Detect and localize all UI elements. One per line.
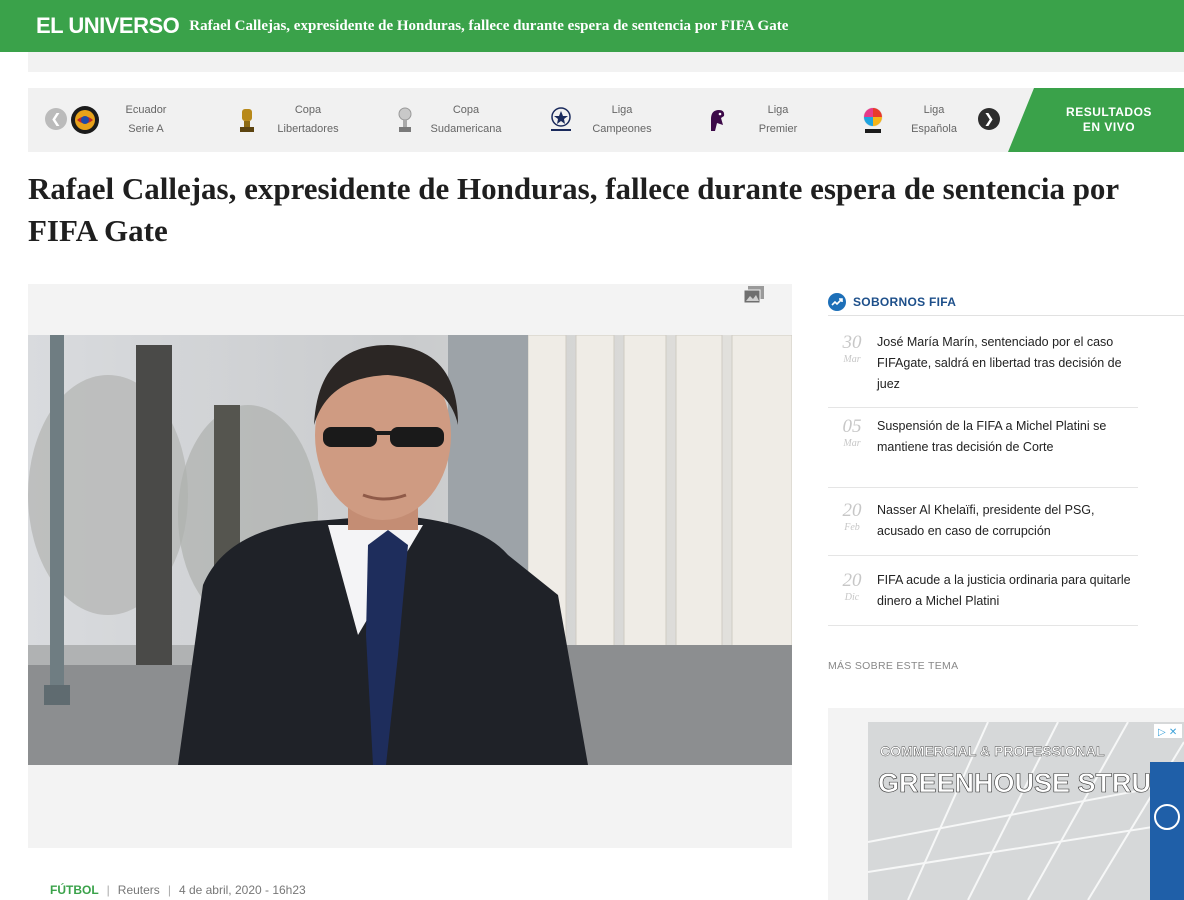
leagues-bar: ❮ Ecuador Serie A Copa Libertadores Copa Su… <box>28 88 1184 152</box>
champions-league-icon <box>546 105 576 135</box>
article-headline: Rafael Callejas, expresidente de Hondura… <box>28 171 1119 248</box>
ad-line-1: COMMERCIAL & PROFESSIONAL <box>880 743 1105 759</box>
ad-close-icon[interactable]: ▷ ✕ <box>1154 724 1182 738</box>
ad-strip <box>28 52 1184 72</box>
site-logo[interactable]: EL UNIVERSO <box>36 13 180 39</box>
topbar-article-title: Rafael Callejas, expresidente de Hondura… <box>189 17 789 34</box>
laliga-icon <box>858 105 888 135</box>
leagues-prev-button[interactable]: ❮ <box>45 108 67 130</box>
liga-pro-icon <box>70 105 100 135</box>
related-item[interactable]: 20 Feb Nasser Al Khelaïfi, presidente del… <box>828 500 1138 556</box>
trending-icon <box>828 292 846 311</box>
section-link[interactable]: FÚTBOL <box>50 883 99 897</box>
article-source: Reuters <box>117 883 160 897</box>
ad-line-2: GREENHOUSE STRUCTURES <box>878 768 1184 798</box>
related-item[interactable]: 05 Mar Suspensión de la FIFA a Michel Pla… <box>828 416 1138 488</box>
sudamericana-trophy-icon <box>390 105 420 135</box>
leagues-next-button[interactable]: ❯ <box>978 108 1000 130</box>
article-photo[interactable] <box>28 335 792 765</box>
greenhouse-ad[interactable]: COMMERCIAL & PROFESSIONAL GREENHOUSE STR… <box>868 722 1184 900</box>
topic-title: SOBORNOS FIFA <box>853 294 957 309</box>
related-item-link[interactable]: Suspensión de la FIFA a Michel Platini s… <box>877 416 1133 458</box>
league-espanola[interactable]: Liga Española <box>858 100 980 140</box>
premier-league-icon <box>702 105 732 135</box>
related-item[interactable]: 30 Mar José María Marín, sentenciado por … <box>828 332 1138 408</box>
related-item-link[interactable]: FIFA acude a la justicia ordinaria para … <box>877 570 1133 612</box>
more-on-topic-link[interactable]: MÁS SOBRE ESTE TEMA <box>828 660 958 672</box>
topic-header[interactable]: SOBORNOS FIFA <box>828 288 1184 316</box>
svg-text:▷ ✕: ▷ ✕ <box>1158 727 1177 738</box>
related-item-link[interactable]: Nasser Al Khelaïfi, presidente del PSG, … <box>877 500 1133 542</box>
league-liga-campeones[interactable]: Liga Campeones <box>546 100 668 140</box>
league-ecuador-serie-a[interactable]: Ecuador Serie A <box>70 100 192 140</box>
league-premier[interactable]: Liga Premier <box>702 100 824 140</box>
libertadores-trophy-icon <box>232 105 262 135</box>
league-copa-sudamericana[interactable]: Copa Sudamericana <box>390 100 512 140</box>
article-meta: FÚTBOL | Reuters | 4 de abril, 2020 - 16h23 <box>50 883 306 897</box>
related-item-link[interactable]: José María Marín, sentenciado por el cas… <box>877 332 1133 395</box>
related-item[interactable]: 20 Dic FIFA acude a la justicia ordinaria… <box>828 570 1138 626</box>
top-bar: EL UNIVERSO Rafael Callejas, expresident… <box>0 0 1184 52</box>
gallery-icon[interactable] <box>744 286 764 304</box>
article-date: 4 de abril, 2020 - 16h23 <box>178 883 306 897</box>
league-copa-libertadores[interactable]: Copa Libertadores <box>232 100 354 140</box>
live-results-button[interactable]: RESULTADOS EN VIVO <box>1008 88 1184 152</box>
